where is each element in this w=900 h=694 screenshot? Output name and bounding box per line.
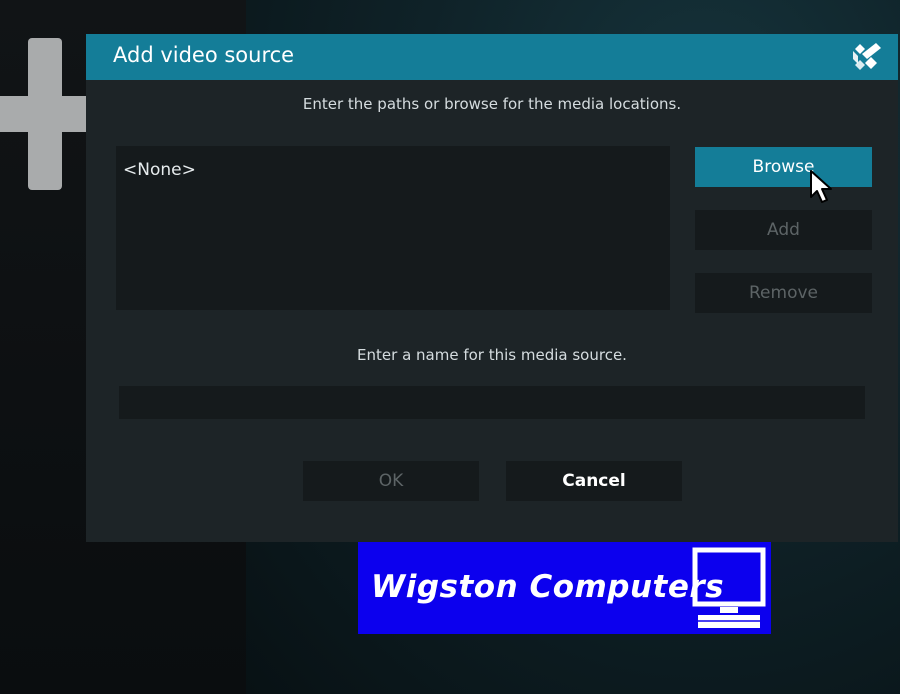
ok-button[interactable]: OK: [303, 461, 479, 501]
mouse-pointer-icon: [810, 170, 832, 203]
dialog-title: Add video source: [113, 43, 295, 67]
monitor-icon: [692, 547, 766, 628]
list-item[interactable]: <None>: [123, 160, 196, 180]
watermark-text: Wigston Computers: [371, 569, 725, 605]
wigston-computers-watermark: Wigston Computers: [358, 542, 771, 634]
add-video-source-dialog: Add video source Enter the paths or brow…: [86, 34, 898, 542]
browse-button[interactable]: Browse: [695, 147, 872, 187]
name-instruction: Enter a name for this media source.: [357, 346, 627, 364]
source-name-input[interactable]: [119, 386, 865, 419]
add-button[interactable]: Add: [695, 210, 872, 250]
remove-button[interactable]: Remove: [695, 273, 872, 313]
paths-instruction: Enter the paths or browse for the media …: [302, 95, 682, 113]
kodi-logo-icon: [853, 43, 881, 70]
plus-icon: [0, 38, 90, 192]
cancel-button[interactable]: Cancel: [506, 461, 682, 501]
dialog-header: Add video source: [86, 34, 898, 80]
source-paths-list[interactable]: <None>: [116, 146, 670, 310]
